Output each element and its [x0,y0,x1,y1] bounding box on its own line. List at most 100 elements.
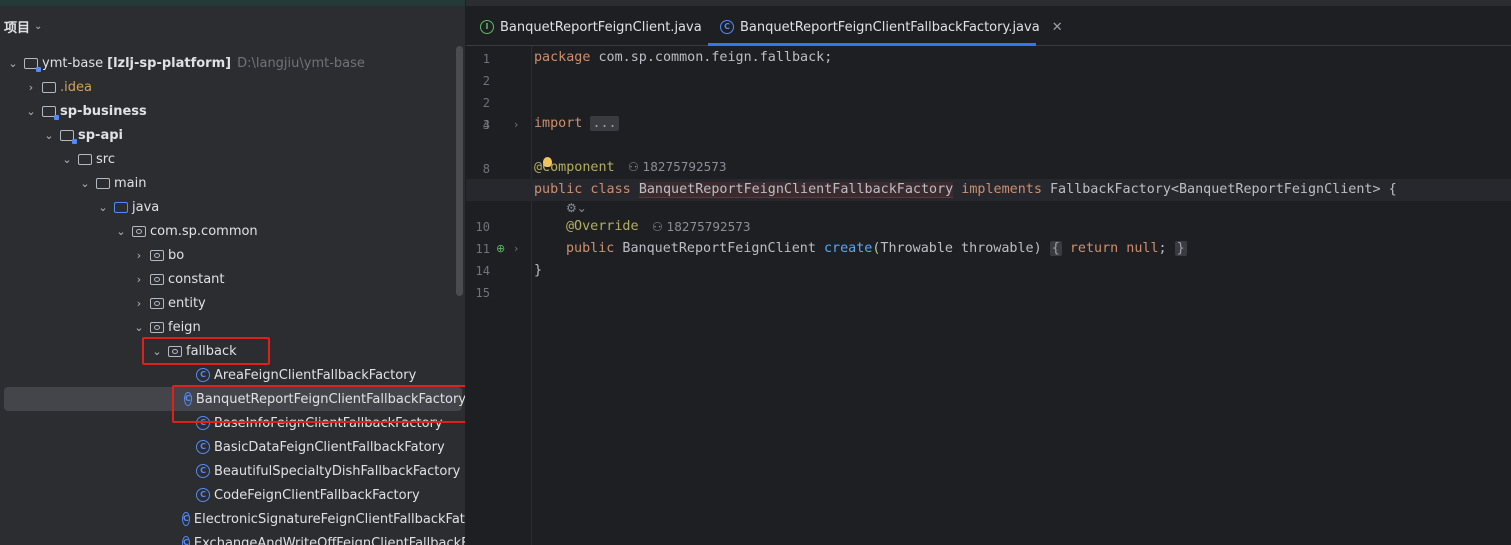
tree-item-label: com.sp.common [150,223,258,239]
folder-icon [42,81,56,93]
line-number: 1 [482,52,490,66]
project-panel-header[interactable]: 项目 ⌄ [4,16,42,36]
keyword: return [1069,241,1119,256]
chevron-down-icon[interactable]: ⌄ [42,129,56,142]
tab-banquet-report-fallback-factory[interactable]: C BanquetReportFeignClientFallbackFactor… [720,14,1063,40]
lightbulb-icon[interactable] [543,157,552,167]
tree-item-java[interactable]: ⌄ java [0,195,465,219]
tree-item-main[interactable]: ⌄ main [0,171,465,195]
fold-chevron-icon[interactable]: › [514,118,518,131]
chevron-down-icon[interactable]: ⌄ [60,153,74,166]
class-icon: C [196,368,210,382]
line-number: 15 [475,286,490,300]
line-number: 14 [475,264,490,278]
tree-item-feign[interactable]: ⌄ feign [0,315,465,339]
code-text: ; [1158,241,1167,256]
tree-item-label: sp-business [60,103,147,119]
tree-item-src[interactable]: ⌄ src [0,147,465,171]
tree-item-bo[interactable]: › bo [0,243,465,267]
tree-scrollbar-thumb[interactable] [456,46,463,296]
fold-brace[interactable]: } [1174,241,1187,256]
tree-item-label: ElectronicSignatureFeignClientFallbackFa… [193,511,466,527]
package-icon [150,273,164,285]
class-icon: C [720,20,734,34]
tree-item-sp-api[interactable]: ⌄ sp-api [0,123,465,147]
chevron-down-icon[interactable]: ⌄ [114,225,128,238]
keyword: import [534,116,583,131]
line-number: 10 [475,220,490,234]
code-line-1: package com.sp.common.feign.fallback; [534,50,832,65]
line-number: 2 [482,74,490,88]
tree-item-constant[interactable]: › constant [0,267,465,291]
keyword: implements [961,182,1042,197]
editor-gutter: 1 2 3 8 9 10 11 14 15 2 4 › ⊘ ⊕ › [466,46,532,545]
code-text: FallbackFactory<BanquetReportFeignClient… [1041,182,1397,197]
tree-item-label: BeautifulSpecialtyDishFallbackFactory [214,463,461,479]
line-number: 8 [482,162,490,176]
class-icon: C [196,488,210,502]
hint-icon[interactable]: ⚙⌄ [566,201,587,215]
tree-item-sp-business[interactable]: ⌄ sp-business [0,99,465,123]
chevron-down-icon[interactable]: ⌄ [6,57,20,70]
tree-item-project-name: [lzlj-sp-platform] [107,55,232,71]
package-icon [150,249,164,261]
chevron-down-icon[interactable]: ⌄ [78,177,92,190]
module-folder-icon [60,129,77,144]
code-editor[interactable]: package com.sp.common.feign.fallback; im… [466,46,1511,545]
tree-item-class[interactable]: C CodeFeignClientFallbackFactory [0,483,465,507]
tab-banquet-report-feign-client[interactable]: I BanquetReportFeignClient.java [480,14,702,40]
tabbar-top-strip [466,0,1511,6]
tab-label: BanquetReportFeignClientFallbackFactory.… [740,19,1040,35]
author-inlay[interactable]: ⚇ 18275792573 [628,160,727,174]
code-line-11: public BanquetReportFeignClient create(T… [566,241,1187,256]
tree-item-path: D:\langjiu\ymt-base [237,55,365,71]
tree-item-label: constant [168,271,225,287]
class-name[interactable]: BanquetReportFeignClientFallbackFactory [638,182,954,198]
tree-item-label: ymt-base [42,55,104,71]
tree-item-label: ExchangeAndWriteOffFeignClientFallbackFa [193,535,466,545]
chevron-down-icon[interactable]: ⌄ [96,201,110,214]
fold-brace[interactable]: { [1049,241,1062,256]
code-text: } [534,263,543,278]
tree-item-label: AreaFeignClientFallbackFactory [214,367,417,383]
code-line-14: } [534,263,542,278]
editor-area: I BanquetReportFeignClient.java C Banque… [466,0,1511,545]
tree-item-idea[interactable]: › .idea [0,75,465,99]
tab-label: BanquetReportFeignClient.java [500,19,702,35]
tree-item-class[interactable]: C BeautifulSpecialtyDishFallbackFactory [0,459,465,483]
keyword: public class [534,182,631,197]
code-line-10: @Override [566,219,639,234]
chevron-right-icon[interactable]: › [132,273,146,286]
tree-item-class[interactable]: C ExchangeAndWriteOffFeignClientFallback… [0,531,466,545]
fold-chevron-icon[interactable]: › [514,242,518,255]
author-name: 18275792573 [666,220,751,234]
chevron-down-icon[interactable]: ⌄ [24,105,38,118]
chevron-right-icon[interactable]: › [132,249,146,262]
highlight-box-fallback [142,337,270,365]
method-name: create [823,241,873,256]
author-inlay[interactable]: ⚇ 18275792573 [652,220,751,234]
code-line-4: import ... [534,116,619,131]
tree-item-class[interactable]: C BasicDataFeignClientFallbackFatory [0,435,465,459]
implements-method-icon[interactable]: ⊕ [496,242,505,255]
tree-item-ymt-base[interactable]: ⌄ ymt-base [lzlj-sp-platform] D:\langjiu… [0,51,465,75]
chevron-right-icon[interactable]: › [132,297,146,310]
panel-top-strip [0,0,465,6]
tree-item-class[interactable]: C AreaFeignClientFallbackFactory [0,363,465,387]
folded-imports[interactable]: ... [590,116,619,131]
user-icon: ⚇ [628,160,643,174]
module-folder-icon [24,57,41,72]
tree-item-class[interactable]: C ElectronicSignatureFeignClientFallback… [0,507,466,531]
keyword: null [1126,241,1159,256]
tree-item-com-sp-common[interactable]: ⌄ com.sp.common [0,219,465,243]
chevron-down-icon[interactable]: ⌄ [132,321,146,334]
tree-item-label: sp-api [78,127,123,143]
tree-item-label: main [114,175,147,191]
user-icon: ⚇ [652,220,667,234]
tree-item-label: .idea [60,79,92,95]
chevron-down-icon[interactable]: ⌄ [34,21,42,32]
close-icon[interactable]: ✕ [1052,20,1063,35]
chevron-right-icon[interactable]: › [24,81,38,94]
tree-item-entity[interactable]: › entity [0,291,465,315]
package-icon [132,225,146,237]
